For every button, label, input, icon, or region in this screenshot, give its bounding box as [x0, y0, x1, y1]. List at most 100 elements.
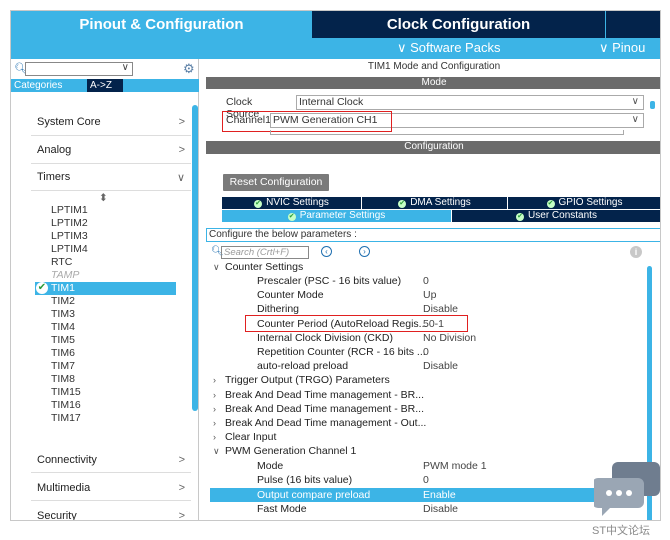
param-pwm-mode: Mode — [257, 460, 284, 472]
chevron-down-icon: ∨ — [121, 62, 129, 73]
configure-parameters-label: Configure the below parameters : — [206, 228, 660, 242]
check-icon: ✔ — [398, 200, 407, 208]
list-item-tim1-selected[interactable]: ✔ TIM1 — [35, 282, 176, 295]
list-item-tim16[interactable]: TIM16 — [51, 399, 81, 412]
mode-scrollbar[interactable] — [650, 101, 655, 109]
list-item-tim17[interactable]: TIM17 — [51, 412, 81, 425]
select-value: Internal Clock — [299, 96, 364, 108]
chevron-right-icon: › — [213, 432, 216, 442]
list-item-tim5[interactable]: TIM5 — [51, 334, 75, 347]
main-tab-bar: Pinout & Configuration Clock Configurati… — [11, 11, 660, 38]
categories-panel: 🔍︎ ∨ ⚙ Categories A->Z System Core > Ana… — [11, 59, 199, 521]
list-item-lptim1[interactable]: LPTIM1 — [51, 204, 88, 217]
chevron-right-icon: › — [213, 390, 216, 400]
param-pulse-value[interactable]: 0 — [423, 473, 429, 487]
logo-dot — [606, 490, 612, 496]
chevron-right-icon: > — [178, 510, 185, 521]
list-item-tim6[interactable]: TIM6 — [51, 347, 75, 360]
parameter-search-input[interactable]: Search (Crtl+F) — [221, 246, 309, 259]
check-icon: ✔ — [546, 200, 555, 208]
list-item-tamp[interactable]: TAMP — [51, 269, 79, 282]
tab-label: GPIO Settings — [558, 197, 623, 208]
tab-nvic-settings[interactable]: ✔ NVIC Settings — [222, 197, 362, 209]
logo-front-bubble — [594, 478, 644, 516]
chevron-right-icon: > — [178, 482, 185, 494]
tab-dma-settings[interactable]: ✔ DMA Settings — [362, 197, 508, 209]
param-fast-mode-value[interactable]: Disable — [423, 502, 458, 516]
categories-scrollbar[interactable] — [192, 105, 198, 411]
search-previous-icon[interactable]: ‹ — [321, 246, 332, 257]
chevron-right-icon: › — [213, 404, 216, 414]
category-connectivity[interactable]: Connectivity > — [37, 454, 187, 470]
list-item-tim15[interactable]: TIM15 — [51, 386, 81, 399]
category-label: Timers — [37, 171, 71, 183]
sort-icon[interactable]: ⬍ — [99, 192, 108, 205]
list-item-tim2[interactable]: TIM2 — [51, 295, 75, 308]
param-output-compare-preload-value[interactable]: Enable — [423, 488, 456, 502]
reset-configuration-button[interactable]: Reset Configuration — [223, 174, 329, 191]
watermark-text: ST中文论坛 — [592, 525, 651, 537]
tab-pinout-configuration[interactable]: Pinout & Configuration — [11, 11, 312, 38]
tab-categories[interactable]: Categories — [11, 79, 87, 92]
chevron-down-icon: ∨ — [631, 114, 639, 125]
gear-icon[interactable]: ⚙ — [183, 61, 195, 77]
param-auto-reload-preload-value[interactable]: Disable — [423, 359, 458, 373]
list-item-lptim3[interactable]: LPTIM3 — [51, 230, 88, 243]
tab-clock-configuration[interactable]: Clock Configuration — [312, 11, 605, 38]
list-item-rtc[interactable]: RTC — [51, 256, 72, 269]
category-system-core[interactable]: System Core > — [37, 116, 187, 132]
mode-header: Mode — [206, 77, 660, 89]
list-item-lptim4[interactable]: LPTIM4 — [51, 243, 88, 256]
category-search-row: 🔍︎ ∨ ⚙ — [11, 61, 199, 77]
configuration-header: Configuration — [206, 141, 660, 154]
param-fast-mode: Fast Mode — [257, 503, 307, 515]
chevron-down-icon: ∨ — [631, 96, 639, 107]
next-select-edge — [270, 130, 624, 135]
logo-dot — [626, 490, 632, 496]
param-clock-division: Internal Clock Division (CKD) — [257, 332, 393, 344]
tab-a-to-z[interactable]: A->Z — [87, 79, 123, 92]
info-icon[interactable]: i — [630, 246, 642, 258]
logo-dot — [616, 490, 622, 496]
list-item-tim4[interactable]: TIM4 — [51, 321, 75, 334]
sub-menu-bar: ∨ Software Packs ∨ Pinou — [11, 38, 660, 59]
pinout-menu[interactable]: ∨ Pinou — [599, 40, 645, 56]
group-label: Break And Dead Time management - BR... — [225, 389, 425, 401]
chat-bubble-logo — [594, 462, 660, 516]
tab-label: Parameter Settings — [299, 210, 386, 221]
category-analog[interactable]: Analog > — [37, 144, 187, 160]
clock-source-select[interactable]: Internal Clock ∨ — [296, 95, 644, 110]
tab-more[interactable] — [605, 11, 660, 38]
stm32cubemx-window: Pinout & Configuration Clock Configurati… — [10, 10, 661, 521]
group-label: Trigger Output (TRGO) Parameters — [225, 374, 390, 386]
group-label: Counter Settings — [225, 261, 304, 273]
list-item-tim3[interactable]: TIM3 — [51, 308, 75, 321]
tab-gpio-settings[interactable]: ✔ GPIO Settings — [508, 197, 660, 209]
chevron-right-icon: > — [178, 454, 185, 466]
list-item-tim8[interactable]: TIM8 — [51, 373, 75, 386]
param-prescaler-value[interactable]: 0 — [423, 274, 429, 288]
param-pwm-mode-value[interactable]: PWM mode 1 — [423, 459, 487, 473]
category-label: Connectivity — [37, 454, 97, 466]
tab-user-constants[interactable]: ✔ User Constants — [452, 210, 660, 222]
category-search-input[interactable]: ∨ — [25, 62, 133, 76]
tab-parameter-settings[interactable]: ✔ Parameter Settings — [222, 210, 452, 222]
check-icon: ✔ — [287, 213, 296, 221]
group-label: Break And Dead Time management - BR... — [225, 403, 425, 415]
category-security[interactable]: Security > — [37, 510, 187, 521]
software-packs-menu[interactable]: ∨ Software Packs — [397, 40, 500, 56]
category-view-tabs: Categories A->Z — [11, 79, 199, 92]
search-next-icon[interactable]: › — [359, 246, 370, 257]
param-dithering: Dithering — [257, 303, 300, 315]
chevron-right-icon: > — [178, 116, 185, 128]
param-dithering-value[interactable]: Disable — [423, 302, 458, 316]
category-timers[interactable]: Timers ∨ — [37, 171, 187, 187]
chevron-right-icon: > — [178, 144, 185, 156]
param-clock-division-value[interactable]: No Division — [423, 331, 476, 345]
param-pulse: Pulse (16 bits value) — [257, 474, 353, 486]
list-item-tim7[interactable]: TIM7 — [51, 360, 75, 373]
category-multimedia[interactable]: Multimedia > — [37, 482, 187, 498]
list-item-lptim2[interactable]: LPTIM2 — [51, 217, 88, 230]
param-repetition-counter-value[interactable]: 0 — [423, 345, 429, 359]
param-counter-mode-value[interactable]: Up — [423, 288, 436, 302]
